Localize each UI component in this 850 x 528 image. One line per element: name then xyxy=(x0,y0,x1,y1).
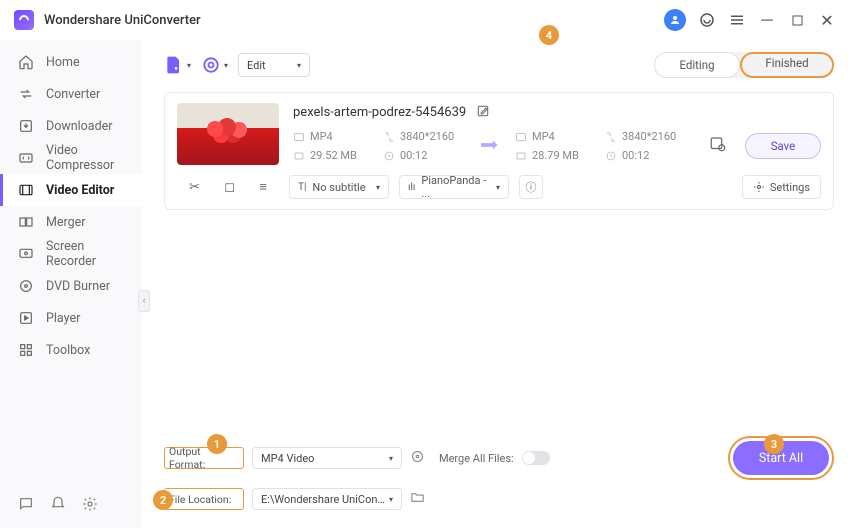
sidebar: Home Converter Downloader Video Compress… xyxy=(0,40,142,528)
settings-label: Settings xyxy=(770,181,810,194)
audio-value: PianoPanda - ... xyxy=(421,174,490,200)
edit-dropdown[interactable]: Edit ▾ xyxy=(238,53,310,77)
feedback-icon[interactable] xyxy=(18,496,34,516)
tab-editing[interactable]: Editing xyxy=(654,52,740,78)
output-format-label: Output Format: xyxy=(164,447,244,469)
sidebar-item-label: Video Editor xyxy=(46,183,114,198)
maximize-button[interactable] xyxy=(788,15,806,26)
minimize-button[interactable]: ─ xyxy=(758,10,776,30)
callout-2: 2 xyxy=(153,490,173,510)
sidebar-item-compressor[interactable]: Video Compressor xyxy=(0,142,142,174)
tab-finished[interactable]: Finished xyxy=(744,56,830,70)
toolbar: ▾ ▾ Edit ▾ Editing Finished xyxy=(164,52,834,78)
sidebar-item-screen-recorder[interactable]: Screen Recorder xyxy=(0,238,142,270)
close-button[interactable]: ✕ xyxy=(818,11,836,30)
support-icon[interactable] xyxy=(698,11,716,29)
file-location-value: E:\Wondershare UniConverter xyxy=(261,493,389,506)
format-settings-icon[interactable] xyxy=(410,449,425,468)
sidebar-item-label: Converter xyxy=(46,87,100,102)
status-tabs: Editing Finished xyxy=(654,52,834,78)
merge-all-toggle[interactable] xyxy=(522,451,550,465)
src-format: MP4 xyxy=(293,130,375,143)
dst-duration: 00:12 xyxy=(605,149,691,162)
conversion-arrow-icon xyxy=(477,137,507,156)
edit-dropdown-label: Edit xyxy=(247,59,266,72)
sidebar-item-label: Merger xyxy=(46,215,86,230)
chevron-down-icon: ▾ xyxy=(297,61,301,70)
sidebar-item-video-editor[interactable]: Video Editor xyxy=(0,174,142,206)
trim-icon[interactable]: ✂ xyxy=(189,180,200,195)
sidebar-item-label: Video Compressor xyxy=(46,143,124,173)
sidebar-item-label: Screen Recorder xyxy=(46,239,124,269)
sidebar-item-downloader[interactable]: Downloader xyxy=(0,110,142,142)
tab-finished-highlight: Finished xyxy=(740,52,834,78)
src-duration: 00:12 xyxy=(383,149,469,162)
audio-dropdown[interactable]: ılıPianoPanda - ...▾ xyxy=(399,175,509,199)
callout-3: 3 xyxy=(764,434,784,454)
file-name: pexels-artem-podrez-5454639 xyxy=(293,105,466,120)
subtitle-value: No subtitle xyxy=(312,181,365,194)
sidebar-item-home[interactable]: Home xyxy=(0,46,142,78)
more-icon[interactable]: ≡ xyxy=(259,179,267,195)
app-title: Wondershare UniConverter xyxy=(44,13,201,28)
sidebar-item-dvd-burner[interactable]: DVD Burner xyxy=(0,270,142,302)
sidebar-item-label: DVD Burner xyxy=(46,279,110,294)
sidebar-item-label: Player xyxy=(46,311,80,326)
callout-1: 1 xyxy=(207,434,227,454)
file-settings-button[interactable]: Settings xyxy=(742,175,821,199)
user-avatar-icon[interactable] xyxy=(664,9,686,31)
app-logo xyxy=(14,10,34,30)
info-button[interactable]: ⓘ xyxy=(519,175,543,199)
sidebar-item-player[interactable]: Player xyxy=(0,302,142,334)
src-resolution: 3840*2160 xyxy=(383,130,469,143)
notification-icon[interactable] xyxy=(50,496,66,516)
settings-icon[interactable] xyxy=(82,496,98,516)
sidebar-collapse-toggle[interactable]: ‹ xyxy=(138,290,150,312)
chevron-down-icon: ▾ xyxy=(224,61,228,70)
callout-4: 4 xyxy=(539,25,559,45)
crop-icon[interactable]: ◻ xyxy=(224,180,235,195)
titlebar: Wondershare UniConverter ─ ✕ xyxy=(0,0,850,40)
file-card: pexels-artem-podrez-5454639 MP4 29.52 MB… xyxy=(164,92,834,210)
sidebar-item-converter[interactable]: Converter xyxy=(0,78,142,110)
merge-all-label: Merge All Files: xyxy=(439,452,514,465)
sidebar-item-merger[interactable]: Merger xyxy=(0,206,142,238)
file-location-label: File Location: xyxy=(164,488,244,510)
chevron-down-icon: ▾ xyxy=(389,454,393,463)
video-thumbnail[interactable] xyxy=(177,103,279,165)
add-url-button[interactable]: ▾ xyxy=(201,55,228,75)
add-file-button[interactable]: ▾ xyxy=(164,55,191,75)
chevron-down-icon: ▾ xyxy=(187,61,191,70)
file-location-select[interactable]: E:\Wondershare UniConverter▾ xyxy=(252,488,402,510)
sidebar-item-toolbox[interactable]: Toolbox xyxy=(0,334,142,366)
dst-size: 28.79 MB xyxy=(515,149,597,162)
subtitle-dropdown[interactable]: T|No subtitle▾ xyxy=(289,175,389,199)
output-format-value: MP4 Video xyxy=(261,452,314,465)
output-format-select[interactable]: MP4 Video ▾ xyxy=(252,447,402,469)
chevron-down-icon: ▾ xyxy=(389,495,393,504)
dst-format: MP4 xyxy=(515,130,597,143)
sidebar-item-label: Downloader xyxy=(46,119,113,134)
menu-icon[interactable] xyxy=(728,11,746,29)
sidebar-item-label: Toolbox xyxy=(46,343,90,358)
dst-resolution: 3840*2160 xyxy=(605,130,691,143)
save-button[interactable]: Save xyxy=(745,133,821,159)
chevron-down-icon: ▾ xyxy=(376,183,380,192)
sidebar-item-label: Home xyxy=(46,55,80,70)
open-folder-icon[interactable] xyxy=(410,490,425,509)
src-size: 29.52 MB xyxy=(293,149,375,162)
rename-icon[interactable] xyxy=(476,103,490,122)
output-settings-icon[interactable] xyxy=(709,135,727,157)
chevron-down-icon: ▾ xyxy=(496,183,500,192)
